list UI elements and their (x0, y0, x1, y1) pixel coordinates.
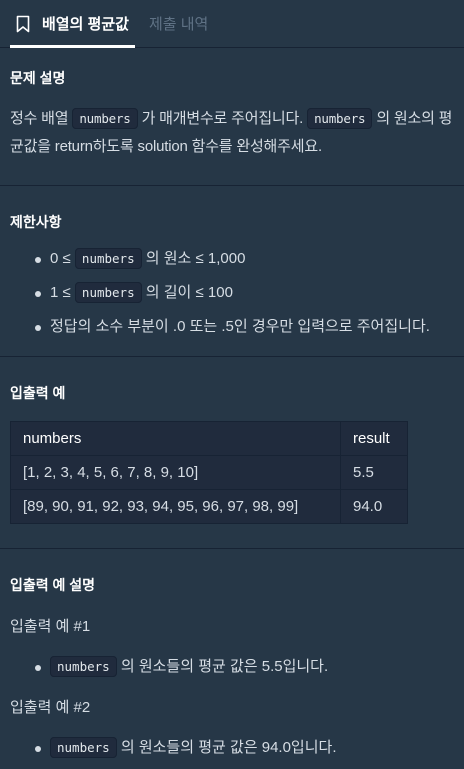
tab-problem-label: 배열의 평균값 (42, 16, 129, 33)
constraint-2-post: 의 길이 ≤ 100 (141, 284, 233, 301)
constraint-1-code: numbers (74, 248, 142, 269)
problem-description: 정수 배열 numbers 가 매개변수로 주어집니다. numbers 의 원… (10, 105, 454, 161)
divider (0, 356, 464, 357)
list-item: numbers 의 원소들의 평균 값은 94.0입니다. (10, 731, 454, 765)
example-1-label: 입출력 예 #1 (10, 618, 91, 635)
constraint-1-pre: 0 ≤ (50, 250, 75, 267)
example-2-code: numbers (50, 737, 117, 758)
tab-submissions[interactable]: 제출 내역 (143, 0, 214, 47)
tab-bar: 배열의 평균값 제출 내역 (0, 0, 464, 48)
divider (0, 185, 464, 186)
example-2-text: 의 원소들의 평균 값은 94.0입니다. (116, 739, 337, 756)
desc-code-1: numbers (72, 108, 138, 129)
example-1-list: numbers 의 원소들의 평균 값은 5.5입니다. (10, 650, 454, 684)
list-item: 정답의 소수 부분이 .0 또는 .5인 경우만 입력으로 주어집니다. (10, 310, 454, 344)
example-1-text: 의 원소들의 평균 값은 5.5입니다. (116, 658, 329, 675)
table-row: [1, 2, 3, 4, 5, 6, 7, 8, 9, 10] 5.5 (10, 455, 408, 490)
constraints-title: 제한사항 (10, 214, 62, 230)
desc-text-2: 가 매개변수로 주어집니다. (137, 110, 308, 127)
list-item: numbers 의 원소들의 평균 값은 5.5입니다. (10, 650, 454, 684)
constraint-2-code: numbers (74, 282, 142, 303)
divider (0, 548, 464, 549)
io-examples-table: numbers result [1, 2, 3, 4, 5, 6, 7, 8, … (10, 421, 408, 524)
table-header-row: numbers result (10, 421, 408, 456)
table-cell: 5.5 (340, 455, 408, 490)
list-item: 1 ≤ numbers 의 길이 ≤ 100 (10, 276, 454, 310)
table-cell: [1, 2, 3, 4, 5, 6, 7, 8, 9, 10] (10, 455, 341, 490)
example-2-list: numbers 의 원소들의 평균 값은 94.0입니다. (10, 731, 454, 765)
table-row: [89, 90, 91, 92, 93, 94, 95, 96, 97, 98,… (10, 489, 408, 524)
problem-content: 문제 설명 정수 배열 numbers 가 매개변수로 주어집니다. numbe… (0, 68, 464, 765)
desc-code-2: numbers (307, 108, 373, 129)
example-1-code: numbers (50, 656, 117, 677)
header-numbers: numbers (10, 421, 341, 456)
desc-text-1: 정수 배열 (10, 110, 73, 127)
constraint-1-post: 의 원소 ≤ 1,000 (141, 250, 246, 267)
table-cell: 94.0 (340, 489, 408, 524)
list-item: 0 ≤ numbers 의 원소 ≤ 1,000 (10, 242, 454, 276)
header-result: result (340, 421, 408, 456)
constraint-2-pre: 1 ≤ (50, 284, 75, 301)
bookmark-icon[interactable] (16, 15, 30, 33)
tab-problem[interactable]: 배열의 평균값 (10, 0, 135, 48)
problem-description-title: 문제 설명 (10, 70, 66, 86)
constraints-list: 0 ≤ numbers 의 원소 ≤ 1,000 1 ≤ numbers 의 길… (10, 242, 454, 344)
tab-submissions-label: 제출 내역 (148, 16, 209, 33)
io-examples-title: 입출력 예 (10, 385, 66, 401)
example-2-label: 입출력 예 #2 (10, 699, 91, 716)
io-explanation-title: 입출력 예 설명 (10, 577, 96, 593)
table-cell: [89, 90, 91, 92, 93, 94, 95, 96, 97, 98,… (10, 489, 341, 524)
constraint-3-text: 정답의 소수 부분이 .0 또는 .5인 경우만 입력으로 주어집니다. (50, 318, 430, 335)
